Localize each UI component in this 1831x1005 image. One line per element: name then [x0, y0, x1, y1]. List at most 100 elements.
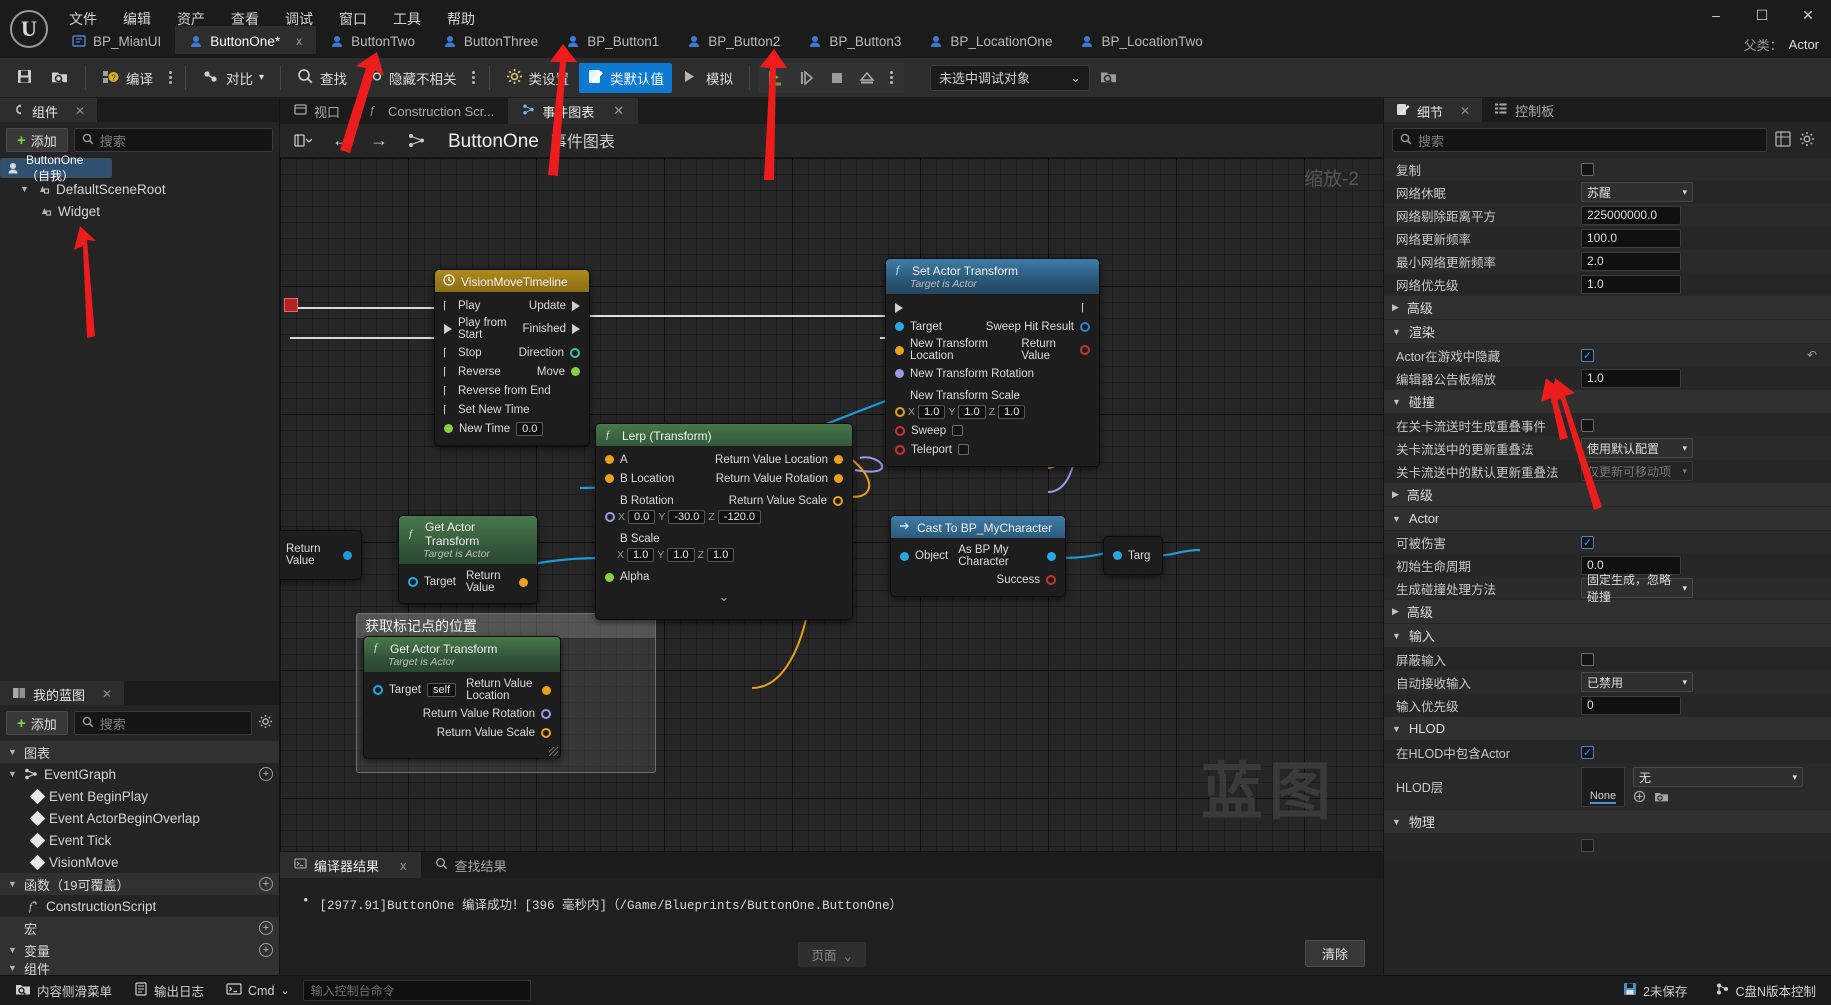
chevron-down-icon[interactable]: ▼ — [8, 945, 18, 955]
pin-row[interactable]: New Time 0.0 — [435, 419, 589, 438]
return-out-pin[interactable] — [343, 550, 352, 560]
return-location-out-pin[interactable] — [542, 685, 551, 695]
tab-buttonthree[interactable]: ButtonThree — [429, 26, 552, 54]
b-rotation-in-pin[interactable] — [605, 511, 615, 522]
tab-compiler-results[interactable]: 编译器结果 x — [280, 852, 421, 878]
section-functions[interactable]: ▼ 函数（19可覆盖） + — [0, 873, 279, 895]
category-input[interactable]: ▼ 输入 — [1384, 624, 1831, 648]
tab-viewport[interactable]: 视口 — [280, 98, 354, 124]
new-time-input[interactable]: 0.0 — [516, 421, 544, 436]
nav-forward-button[interactable]: → — [366, 129, 392, 153]
node-lerp-transform[interactable]: f Lerp (Transform) A Return Value Locati… — [595, 423, 853, 620]
eject-button[interactable] — [854, 66, 880, 90]
min-net-update-frequency-input[interactable]: 2.0 — [1581, 251, 1681, 271]
success-out-pin[interactable] — [1046, 574, 1056, 585]
hlod-thumbnail[interactable]: None — [1581, 766, 1625, 807]
pin-row[interactable]: Target self Return Value Location — [364, 676, 560, 704]
component-item-buttonone[interactable]: ButtonOne（自我） — [0, 153, 112, 183]
find-button[interactable]: 查找 — [289, 63, 355, 93]
pin-row[interactable]: Targ — [1104, 546, 1162, 565]
pin-row[interactable]: Target Sweep Hit Result — [886, 317, 1099, 336]
target-in-pin[interactable] — [895, 322, 904, 331]
debug-browse-button[interactable] — [1092, 63, 1126, 93]
category-physics[interactable]: ▼ 物理 — [1384, 810, 1831, 834]
chevron-down-icon[interactable]: ▼ — [8, 769, 18, 779]
exec-in-pin[interactable] — [444, 366, 452, 377]
compile-options-kebab[interactable] — [163, 71, 177, 84]
pin-row[interactable]: Set New Time — [435, 400, 589, 419]
scale-row[interactable]: X 1.0 Y 1.0 Z 1.0 — [886, 402, 1099, 421]
tab-find-results[interactable]: 查找结果 — [421, 852, 521, 878]
pin-row[interactable]: Return Value Scale — [364, 723, 560, 742]
tab-close-icon[interactable]: x — [296, 34, 302, 48]
maximize-button[interactable]: ☐ — [1739, 0, 1785, 30]
physics-checkbox[interactable] — [1581, 838, 1594, 852]
compile-button[interactable]: ? 编译 — [94, 63, 161, 93]
tab-buttonone[interactable]: ButtonOne* x — [175, 26, 317, 54]
add-function-icon[interactable]: + — [259, 877, 273, 891]
property-row[interactable]: 网络剔除距离平方 225000000.0 — [1384, 204, 1831, 227]
property-row[interactable]: 复制 — [1384, 158, 1831, 181]
tab-bp-button3[interactable]: BP_Button3 — [794, 26, 915, 54]
property-row[interactable]: Actor在游戏中隐藏 ✓ ↶ — [1384, 344, 1831, 367]
target-in-pin[interactable] — [1113, 551, 1122, 560]
object-in-pin[interactable] — [900, 551, 909, 561]
event-item-tick[interactable]: Event Tick — [0, 829, 279, 851]
property-row[interactable]: 关卡流送中的默认更新重叠法 仅更新可移动项 ▾ — [1384, 460, 1831, 483]
blueprint-graph-canvas[interactable]: 缩放-2 蓝图 获取标记点的位置 VisionMoveTimeline Play… — [280, 158, 1383, 851]
rotation-in-pin[interactable] — [895, 369, 904, 378]
event-item-visionmove[interactable]: VisionMove — [0, 851, 279, 873]
close-icon[interactable]: x — [400, 858, 407, 873]
as-out-pin[interactable] — [1047, 551, 1056, 561]
a-in-pin[interactable] — [605, 455, 614, 464]
add-variable-icon[interactable]: + — [259, 943, 273, 957]
close-icon[interactable]: ✕ — [102, 687, 112, 701]
property-row[interactable]: 网络更新频率 100.0 — [1384, 227, 1831, 250]
pin-row[interactable]: Sweep — [886, 421, 1099, 440]
cmd-button[interactable]: Cmd ⌄ — [217, 980, 299, 1002]
update-overlaps-select[interactable]: 使用默认配置 ▾ — [1581, 438, 1693, 458]
property-row[interactable]: 生成碰撞处理方法 固定生成，忽略碰撞 ▾ — [1384, 573, 1831, 604]
function-item-constructionscript[interactable]: f ConstructionScript — [0, 895, 279, 917]
node-cast-to-bp-mycharacter[interactable]: Cast To BP_MyCharacter Object As BP My C… — [890, 515, 1066, 597]
node-right-partial[interactable]: Targ — [1103, 536, 1163, 575]
chevron-down-icon[interactable]: ▼ — [20, 184, 30, 194]
node-get-actor-transform-mid[interactable]: f Get Actor Transform Target is Actor Ta… — [398, 515, 538, 604]
section-variables[interactable]: ▼ 变量 + — [0, 939, 279, 961]
close-button[interactable]: ✕ — [1785, 0, 1831, 30]
sweep-in-pin[interactable] — [895, 425, 905, 436]
graph-layout-icon[interactable] — [404, 129, 430, 153]
net-cull-distance-input[interactable]: 225000000.0 — [1581, 205, 1681, 225]
close-icon[interactable]: ✕ — [1460, 104, 1470, 118]
event-item-beginplay[interactable]: Event BeginPlay — [0, 785, 279, 807]
revision-control-indicator[interactable]: C盘N版本控制 — [1706, 980, 1825, 1002]
settings-icon[interactable] — [1799, 131, 1815, 150]
float-in-pin[interactable] — [444, 424, 453, 433]
b-scale-row[interactable]: X 1.0 Y 1.0 Z 1.0 — [596, 545, 852, 564]
category-hlod[interactable]: ▼ HLOD — [1384, 717, 1831, 741]
property-row-partial[interactable] — [1384, 834, 1831, 857]
breadcrumb-graph[interactable]: 事件图表 — [551, 128, 615, 152]
generate-overlap-events-checkbox[interactable] — [1581, 418, 1594, 432]
exec-in-pin[interactable] — [895, 302, 903, 313]
step-button[interactable] — [794, 66, 820, 90]
exec-in-pin[interactable] — [444, 300, 452, 311]
find-options-kebab[interactable] — [467, 71, 481, 84]
return-rotation-out-pin[interactable] — [834, 474, 843, 483]
diff-button[interactable]: 对比 ▾ — [194, 63, 272, 93]
node-get-actor-transform-comment[interactable]: f Get Actor Transform Target is Actor Ta… — [363, 636, 561, 759]
location-in-pin[interactable] — [895, 345, 904, 355]
unsaved-indicator[interactable]: 2未保存 — [1614, 980, 1696, 1002]
breadcrumb-blueprint[interactable]: ButtonOne — [448, 131, 539, 153]
property-row[interactable]: 关卡流送中的更新重叠法 使用默认配置 ▾ — [1384, 437, 1831, 460]
details-search-input[interactable]: 搜索 — [1392, 128, 1767, 152]
details-property-list[interactable]: 复制 网络休眠 苏醒 ▾ 网络剔除距离平方 225000000.0 网络更新频率 … — [1384, 158, 1831, 975]
category-actor[interactable]: ▼ Actor — [1384, 507, 1831, 531]
return-scale-out-pin[interactable] — [541, 727, 551, 738]
target-value-input[interactable]: self — [426, 683, 457, 697]
tab-bp-button2[interactable]: BP_Button2 — [673, 26, 794, 54]
page-button[interactable]: 页面 ⌄ — [797, 942, 866, 967]
property-row[interactable]: 在HLOD中包含Actor ✓ — [1384, 741, 1831, 764]
chevron-down-icon[interactable]: ▼ — [8, 879, 18, 889]
tab-bp-button1[interactable]: BP_Button1 — [552, 26, 673, 54]
